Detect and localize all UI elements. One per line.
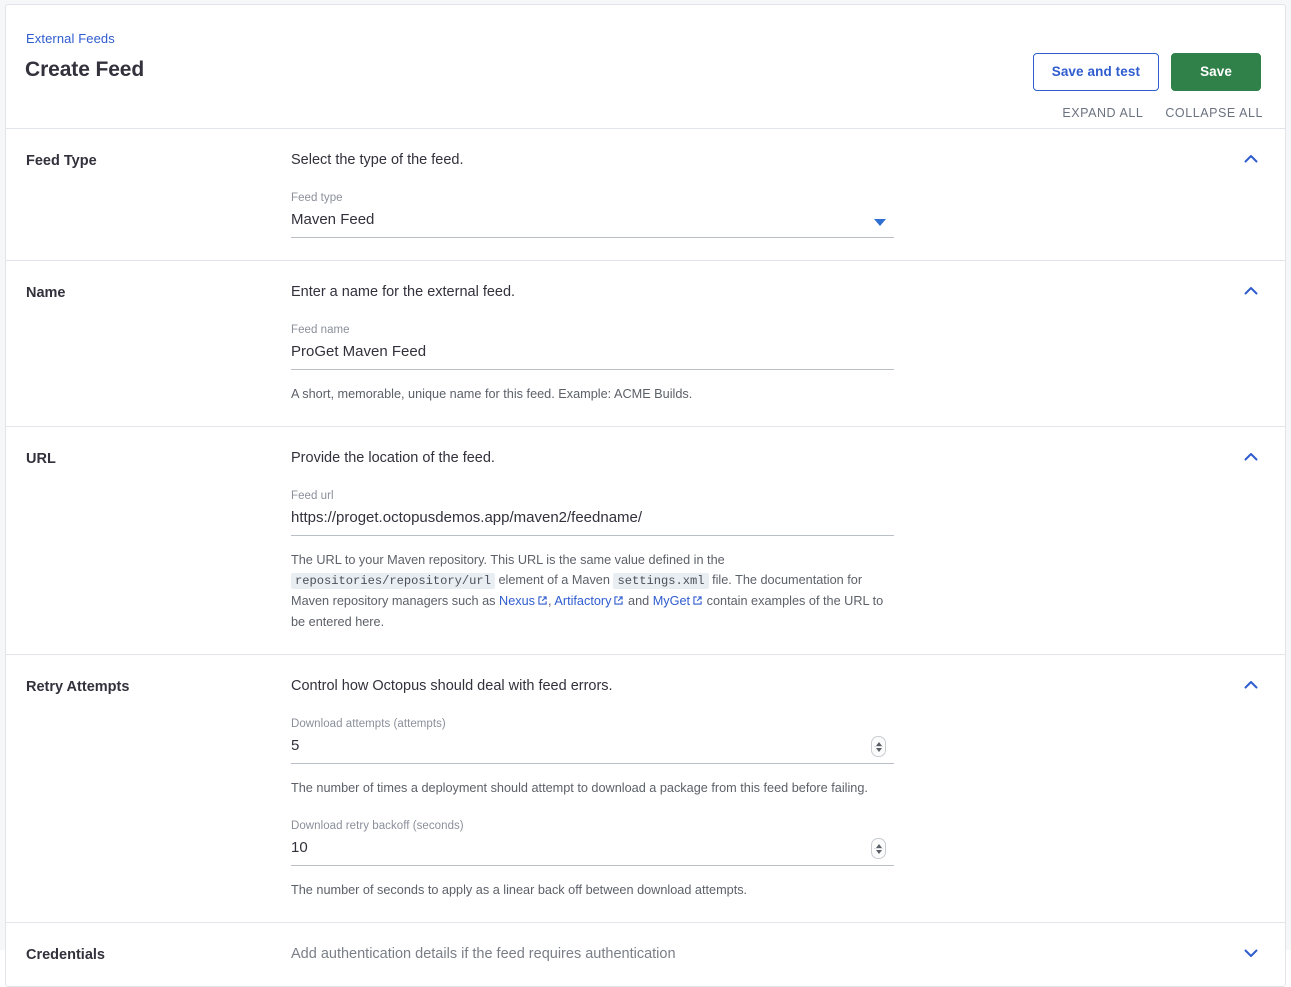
external-link-icon — [537, 592, 548, 612]
download-backoff-field-label: Download retry backoff (seconds) — [291, 820, 464, 832]
code-repositories-url: repositories/repository/url — [291, 573, 495, 589]
stepper-down-icon[interactable] — [875, 747, 882, 752]
help-part-1: The URL to your Maven repository. This U… — [291, 553, 725, 567]
download-backoff-stepper[interactable] — [871, 838, 886, 859]
download-backoff-input[interactable] — [291, 838, 894, 858]
section-body-credentials: Add authentication details if the feed r… — [291, 945, 1211, 964]
section-label-credentials: Credentials — [26, 947, 105, 963]
section-body-url: Provide the location of the feed. Feed u… — [291, 449, 1211, 632]
feed-url-input[interactable] — [291, 508, 894, 528]
download-attempts-field: Download attempts (attempts) The number … — [291, 718, 894, 798]
page-background: External Feeds Create Feed Save and test… — [0, 0, 1291, 987]
stepper-divider — [874, 848, 883, 849]
section-url: URL Provide the location of the feed. Fe… — [6, 427, 1285, 655]
feed-name-field: Feed name A short, memorable, unique nam… — [291, 324, 894, 404]
feed-type-field-label: Feed type — [291, 192, 343, 204]
section-name: Name Enter a name for the external feed.… — [6, 261, 1285, 427]
section-label-feed-type: Feed Type — [26, 153, 97, 169]
download-attempts-field-label: Download attempts (attempts) — [291, 718, 446, 730]
section-body-feed-type: Select the type of the feed. Feed type M… — [291, 151, 1211, 238]
feed-type-select[interactable]: Maven Feed — [291, 210, 894, 238]
stepper-up-icon[interactable] — [875, 843, 882, 848]
create-feed-card: External Feeds Create Feed Save and test… — [5, 4, 1286, 987]
feed-name-help-text: A short, memorable, unique name for this… — [291, 387, 693, 401]
section-label-retry-attempts: Retry Attempts — [26, 679, 130, 695]
collapse-toggle-name[interactable] — [1241, 281, 1261, 301]
section-summary-name: Enter a name for the external feed. — [291, 284, 516, 300]
help-sep-2: and — [628, 594, 650, 608]
expand-all-button[interactable]: EXPAND ALL — [1062, 106, 1143, 120]
external-link-icon — [692, 592, 703, 612]
feed-url-field: Feed url The URL to your Maven repositor… — [291, 490, 894, 632]
link-myget[interactable]: MyGet — [653, 594, 703, 608]
section-credentials: Credentials Add authentication details i… — [6, 923, 1285, 986]
link-nexus-label: Nexus — [499, 594, 536, 608]
breadcrumb-external-feeds[interactable]: External Feeds — [26, 31, 115, 46]
download-backoff-input-wrapper[interactable] — [291, 838, 894, 866]
section-summary-credentials: Add authentication details if the feed r… — [291, 946, 676, 962]
collapse-all-button[interactable]: COLLAPSE ALL — [1165, 106, 1263, 120]
download-backoff-field: Download retry backoff (seconds) The num… — [291, 820, 894, 900]
link-artifactory-label: Artifactory — [554, 594, 612, 608]
link-nexus[interactable]: Nexus — [499, 594, 548, 608]
feed-url-help-text: The URL to your Maven repository. This U… — [291, 550, 891, 632]
section-summary-retry-attempts: Control how Octopus should deal with fee… — [291, 678, 613, 694]
feed-url-input-wrapper[interactable] — [291, 508, 894, 536]
collapse-toggle-retry-attempts[interactable] — [1241, 675, 1261, 695]
feed-type-selected-value: Maven Feed — [291, 211, 375, 228]
collapse-toggle-url[interactable] — [1241, 447, 1261, 467]
section-label-url: URL — [26, 451, 56, 467]
expand-toggle-credentials[interactable] — [1241, 943, 1261, 963]
section-summary-url: Provide the location of the feed. — [291, 450, 495, 466]
feed-name-field-label: Feed name — [291, 324, 350, 336]
help-sep-1: , — [548, 594, 552, 608]
stepper-down-icon[interactable] — [875, 849, 882, 854]
section-label-name: Name — [26, 285, 66, 301]
chevron-down-icon[interactable] — [874, 219, 886, 226]
header-actions: Save and test Save — [1032, 53, 1261, 91]
section-summary-feed-type: Select the type of the feed. — [291, 152, 464, 168]
collapse-toggle-feed-type[interactable] — [1241, 149, 1261, 169]
help-part-2: element of a Maven — [498, 573, 610, 587]
feed-url-field-label: Feed url — [291, 490, 334, 502]
feed-name-input-wrapper[interactable] — [291, 342, 894, 370]
save-button[interactable]: Save — [1171, 53, 1261, 91]
download-attempts-input-wrapper[interactable] — [291, 736, 894, 764]
link-artifactory[interactable]: Artifactory — [554, 594, 624, 608]
download-attempts-help-text: The number of times a deployment should … — [291, 781, 868, 795]
stepper-divider — [874, 746, 883, 747]
link-myget-label: MyGet — [652, 594, 691, 608]
section-retry-attempts: Retry Attempts Control how Octopus shoul… — [6, 655, 1285, 923]
stepper-up-icon[interactable] — [875, 741, 882, 746]
section-body-retry-attempts: Control how Octopus should deal with fee… — [291, 677, 1211, 900]
download-backoff-help-text: The number of seconds to apply as a line… — [291, 883, 748, 897]
section-feed-type: Feed Type Select the type of the feed. F… — [6, 129, 1285, 261]
page-title: Create Feed — [25, 58, 145, 81]
code-settings-xml: settings.xml — [613, 573, 709, 589]
save-and-test-button[interactable]: Save and test — [1032, 53, 1160, 91]
feed-name-input[interactable] — [291, 342, 894, 362]
feed-type-field: Feed type Maven Feed — [291, 192, 894, 238]
download-attempts-stepper[interactable] — [871, 736, 886, 757]
external-link-icon — [613, 592, 624, 612]
section-body-name: Enter a name for the external feed. Feed… — [291, 283, 1211, 404]
download-attempts-input[interactable] — [291, 736, 894, 756]
page-header: External Feeds Create Feed Save and test… — [6, 5, 1285, 129]
header-toggles: EXPAND ALL COLLAPSE ALL — [1062, 106, 1263, 120]
